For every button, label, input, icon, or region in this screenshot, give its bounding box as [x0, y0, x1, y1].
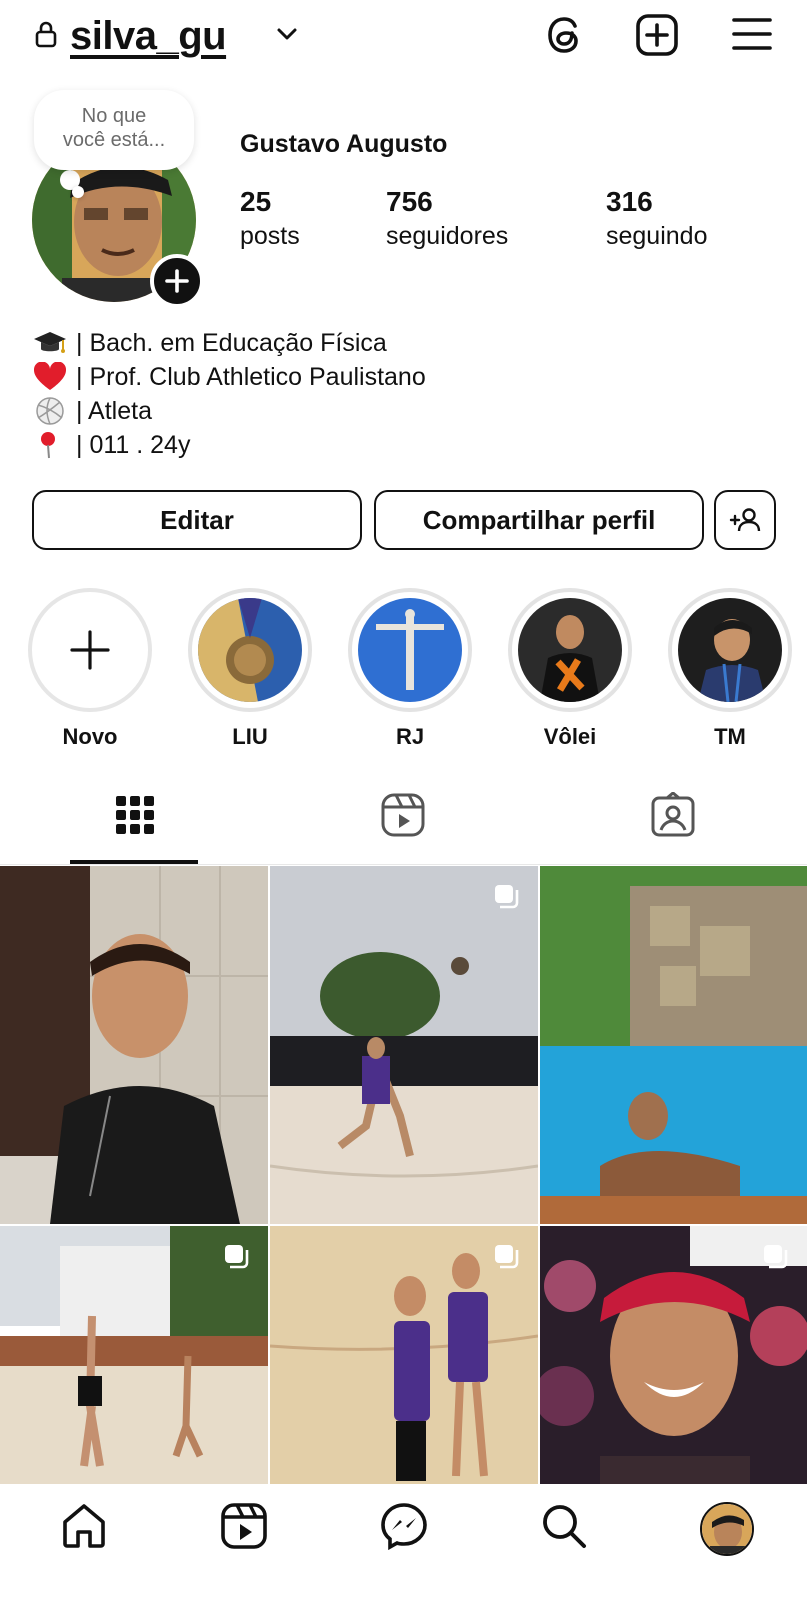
pin-icon — [32, 430, 68, 460]
bio-line-4: | 011 . 24y — [32, 428, 190, 462]
post-tile[interactable] — [540, 1226, 807, 1484]
profile-name: Gustavo Augusto — [240, 130, 448, 158]
volleyball-icon — [32, 396, 68, 426]
tab-grid[interactable] — [112, 792, 158, 838]
messenger-icon[interactable] — [380, 1502, 428, 1550]
add-story-button[interactable] — [150, 254, 204, 308]
menu-icon[interactable] — [730, 14, 774, 54]
note-bubble[interactable]: No que você está... — [34, 90, 194, 170]
username-switcher[interactable]: silva_gu — [70, 8, 227, 64]
multiple-photos-icon — [495, 1245, 519, 1269]
stat-following-value: 316 — [606, 186, 653, 217]
stat-posts-value: 25 — [240, 186, 272, 217]
tagged-icon — [651, 792, 695, 837]
multiple-photos-icon — [495, 885, 519, 909]
bio-text-4: | 011 . 24y — [76, 431, 191, 459]
post-tile[interactable] — [540, 866, 807, 1224]
highlight-label: Novo — [62, 724, 118, 749]
bio-line-3: | Atleta — [32, 394, 152, 428]
bio-line-2: | Prof. Club Athletico Paulistano — [32, 360, 426, 394]
stat-posts[interactable]: 25 posts — [240, 186, 300, 251]
chevron-down-icon[interactable] — [276, 26, 298, 42]
highlight-label: LIU — [232, 724, 268, 749]
search-icon[interactable] — [540, 1502, 588, 1550]
bio-text-3: | Atleta — [76, 397, 152, 425]
grid-icon — [116, 796, 154, 834]
bio-text-1: | Bach. em Educação Física — [76, 329, 387, 357]
plus-icon — [165, 269, 189, 293]
multiple-photos-icon — [764, 1245, 788, 1269]
highlight-volei[interactable]: Vôlei — [508, 588, 632, 750]
lock-icon — [34, 20, 58, 48]
post-photo — [540, 866, 807, 1224]
highlight-cover — [518, 598, 622, 702]
red-heart-icon — [32, 362, 68, 392]
tab-reels[interactable] — [380, 792, 426, 838]
stat-followers-label: seguidores — [386, 222, 509, 250]
post-tile[interactable] — [270, 1226, 538, 1484]
multiple-photos-icon — [225, 1245, 249, 1269]
tab-divider — [0, 864, 807, 865]
stat-following[interactable]: 316 seguindo — [606, 186, 707, 251]
post-tile[interactable] — [0, 1226, 268, 1484]
threads-icon[interactable] — [542, 12, 588, 58]
stat-posts-label: posts — [240, 222, 300, 250]
stat-followers-value: 756 — [386, 186, 433, 217]
highlight-tm[interactable]: TM — [668, 588, 792, 750]
post-tile[interactable] — [270, 866, 538, 1224]
stat-followers[interactable]: 756 seguidores — [386, 186, 508, 251]
share-profile-button[interactable]: Compartilhar perfil — [374, 490, 704, 550]
graduation-cap-icon — [32, 328, 68, 358]
highlight-label: TM — [714, 724, 746, 749]
add-person-button[interactable] — [714, 490, 776, 550]
tab-tagged[interactable] — [650, 792, 696, 838]
plus-icon — [70, 630, 110, 670]
post-photo — [270, 866, 538, 1224]
stat-following-label: seguindo — [606, 222, 708, 250]
note-bubble-dot — [72, 186, 84, 198]
highlight-label: RJ — [395, 724, 425, 749]
highlight-liu[interactable]: LIU — [188, 588, 312, 750]
highlight-cover — [198, 598, 302, 702]
post-photo — [0, 866, 268, 1224]
profile-avatar[interactable] — [700, 1502, 754, 1556]
highlight-rj[interactable]: RJ — [348, 588, 472, 750]
highlight-new[interactable]: Novo — [28, 588, 152, 750]
note-text-line2: você está... — [62, 129, 166, 151]
add-person-icon — [729, 508, 761, 532]
reels-icon[interactable] — [220, 1502, 268, 1550]
reels-icon — [381, 793, 425, 837]
home-icon[interactable] — [60, 1502, 108, 1550]
bio-line-1: | Bach. em Educação Física — [32, 326, 387, 360]
post-tile[interactable] — [0, 866, 268, 1224]
highlight-cover — [358, 598, 462, 702]
bio-text-2: | Prof. Club Athletico Paulistano — [76, 363, 426, 391]
note-text-line1: No que — [81, 105, 147, 127]
edit-profile-button[interactable]: Editar — [32, 490, 362, 550]
highlight-cover — [678, 598, 782, 702]
highlight-label: Vôlei — [543, 724, 597, 749]
new-post-icon[interactable] — [634, 12, 680, 58]
